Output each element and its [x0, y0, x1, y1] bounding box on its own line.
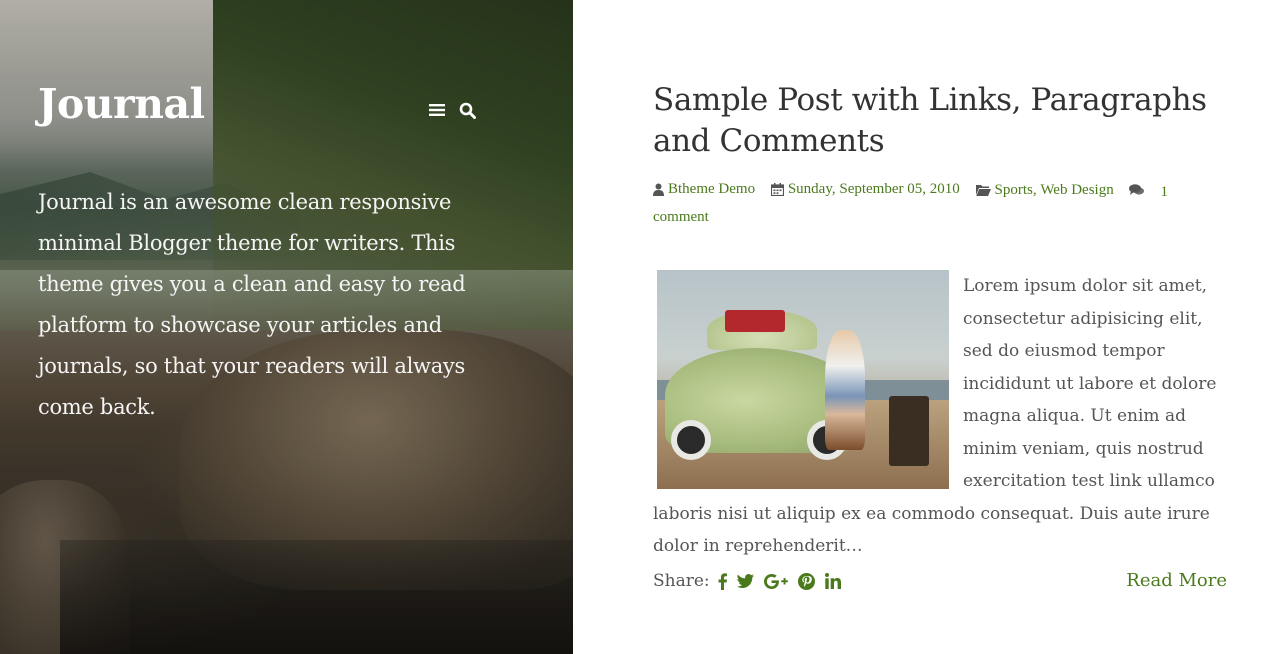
share-label: Share: [653, 570, 710, 591]
post-title[interactable]: Sample Post with Links, Paragraphs and C… [653, 80, 1233, 162]
post-labels: Sports, Web Design [975, 178, 1114, 203]
share-bar: Share: Read More [653, 569, 1227, 601]
google-plus-icon[interactable] [764, 573, 788, 589]
read-more-link[interactable]: Read More [1126, 570, 1227, 591]
post-card: Sample Post with Links, Paragraphs and C… [653, 80, 1233, 601]
twitter-icon[interactable] [737, 574, 754, 588]
post-thumbnail[interactable] [657, 270, 949, 489]
search-icon[interactable] [458, 100, 476, 120]
blog-title[interactable]: Journal [38, 80, 205, 128]
bars-icon[interactable] [428, 100, 446, 120]
facebook-icon[interactable] [718, 572, 727, 590]
thumb-suitcase [889, 396, 929, 466]
comments-icon [1129, 184, 1145, 195]
post-meta: Btheme Demo Sunday, September 05, 2010 S… [653, 177, 1213, 230]
author-link[interactable]: Btheme Demo [668, 177, 755, 202]
calendar-icon [770, 183, 784, 196]
user-icon [653, 183, 664, 196]
linkedin-icon[interactable] [825, 573, 841, 589]
hero-toolbar [428, 100, 476, 120]
label-link[interactable]: Web Design [1040, 178, 1113, 203]
post-content: Lorem ipsum dolor sit amet, consectetur … [653, 270, 1233, 563]
post-date: Sunday, September 05, 2010 [770, 177, 960, 202]
post-comments [1129, 184, 1148, 196]
date-link[interactable]: Sunday, September 05, 2010 [788, 177, 960, 202]
hero-panel: Journal Journal is an awesome clean resp… [0, 0, 573, 654]
share-icons [718, 572, 841, 590]
folder-icon [975, 185, 991, 196]
pinterest-icon[interactable] [798, 572, 815, 590]
thumb-person [825, 330, 865, 450]
post-author: Btheme Demo [653, 177, 755, 202]
thumb-wheel [671, 420, 711, 460]
blog-tagline: Journal is an awesome clean responsive m… [38, 190, 466, 419]
thumb-cooler [725, 310, 785, 332]
label-link[interactable]: Sports [995, 178, 1033, 203]
